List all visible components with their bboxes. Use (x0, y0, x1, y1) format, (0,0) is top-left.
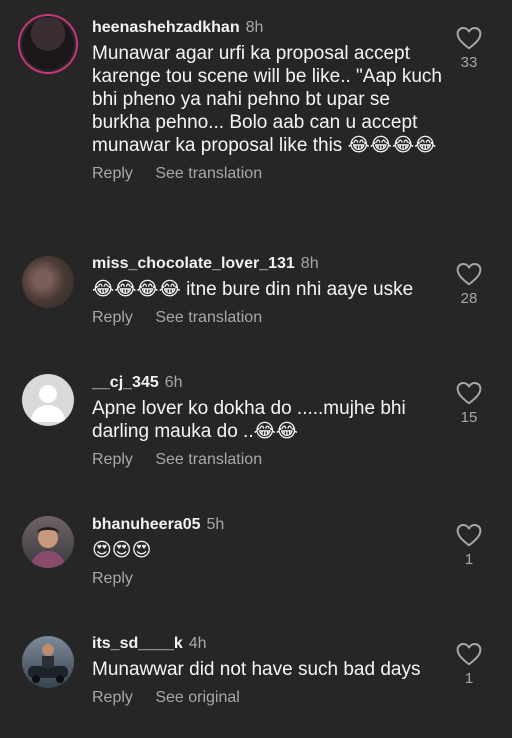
avatar[interactable] (22, 18, 74, 70)
see-original-button[interactable]: See original (155, 689, 240, 706)
username[interactable]: heenashehzadkhan (92, 19, 240, 36)
avatar[interactable] (22, 636, 74, 688)
heart-icon[interactable] (456, 26, 482, 50)
like-group: 1 (444, 642, 494, 687)
reply-button[interactable]: Reply (92, 451, 133, 468)
username[interactable]: __cj_345 (92, 374, 159, 391)
timestamp: 8h (300, 255, 319, 272)
heart-icon[interactable] (456, 262, 482, 286)
heart-icon[interactable] (456, 642, 482, 666)
like-count: 1 (464, 670, 474, 687)
reply-button[interactable]: Reply (92, 165, 133, 182)
like-group: 1 (444, 523, 494, 568)
avatar[interactable] (22, 256, 74, 308)
timestamp: 4h (188, 635, 207, 652)
timestamp: 6h (164, 374, 183, 391)
reply-button[interactable]: Reply (92, 309, 133, 326)
comment-body: heenashehzadkhan 8h Munawar agar urfi ka … (92, 18, 442, 183)
default-avatar-icon (30, 385, 66, 422)
like-count: 33 (460, 54, 478, 71)
comment-text: Apne lover ko dokha do .....mujhe bhi da… (92, 398, 406, 442)
like-group: 33 (444, 26, 494, 71)
username[interactable]: miss_chocolate_lover_131 (92, 255, 295, 272)
profile-photo (28, 644, 68, 683)
profile-photo (30, 527, 66, 568)
avatar[interactable] (22, 374, 74, 426)
see-translation-button[interactable]: See translation (155, 451, 262, 468)
comment-text: Munawwar did not have such bad days (92, 659, 421, 680)
heart-icon[interactable] (456, 523, 482, 547)
comment-body: __cj_345 6h Apne lover ko dokha do .....m… (92, 373, 442, 469)
like-group: 15 (444, 381, 494, 426)
like-count: 28 (460, 290, 478, 307)
like-count: 1 (464, 551, 474, 568)
comment-body: miss_chocolate_lover_131 8h 😂😂😂😂 itne bur… (92, 254, 442, 327)
like-group: 28 (444, 262, 494, 307)
username[interactable]: its_sd____k (92, 635, 183, 652)
reply-button[interactable]: Reply (92, 689, 133, 706)
like-count: 15 (460, 409, 478, 426)
reply-button[interactable]: Reply (92, 570, 133, 587)
see-translation-button[interactable]: See translation (155, 309, 262, 326)
timestamp: 8h (245, 19, 264, 36)
username[interactable]: bhanuheera05 (92, 516, 200, 533)
avatar[interactable] (22, 516, 74, 568)
see-translation-button[interactable]: See translation (155, 165, 262, 182)
comment-body: bhanuheera05 5h 😍😍😍 Reply (92, 515, 442, 588)
comment-body: its_sd____k 4h Munawwar did not have such… (92, 634, 442, 707)
comment-text: 😍😍😍 (92, 540, 152, 561)
comment-text: Munawar agar urfi ka proposal accept kar… (92, 43, 442, 156)
timestamp: 5h (206, 516, 225, 533)
heart-icon[interactable] (456, 381, 482, 405)
comment-text: 😂😂😂😂 itne bure din nhi aaye uske (92, 279, 414, 300)
